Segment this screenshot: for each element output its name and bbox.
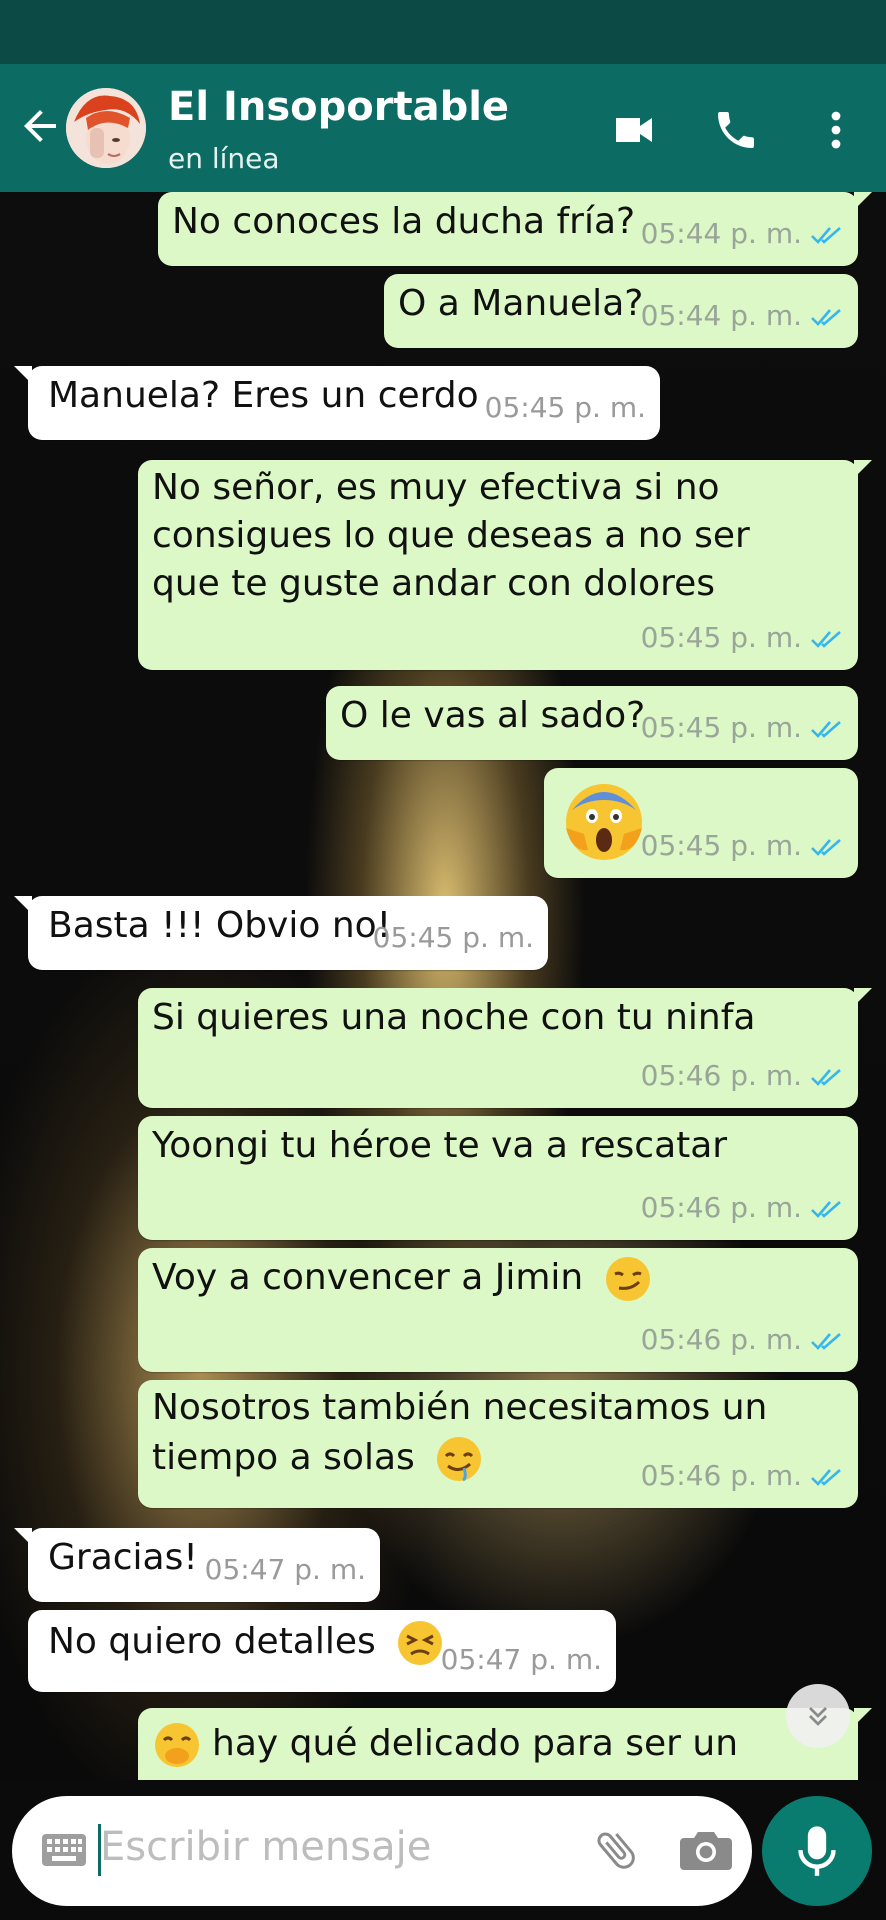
message-text: Voy a convencer a Jimin: [152, 1257, 584, 1298]
message-time: 05:44 p. m.: [640, 299, 802, 332]
message-composer: Escribir mensaje: [12, 1796, 752, 1906]
scream-emoji-icon: [566, 784, 642, 860]
drooling-emoji-icon: [437, 1437, 482, 1482]
read-ticks-icon: [811, 1069, 841, 1086]
message-text: Gracias!: [48, 1537, 198, 1578]
message-text-line: que te guste andar con dolores: [152, 563, 716, 604]
message-text-line: Nosotros también necesitamos un: [152, 1387, 768, 1428]
read-ticks-icon: [811, 1469, 841, 1486]
message-bubble-outgoing[interactable]: Nosotros también necesitamos un tiempo a…: [138, 1380, 858, 1508]
status-bar: [0, 0, 886, 64]
avatar[interactable]: [66, 88, 146, 168]
message-time: 05:46 p. m.: [640, 1323, 802, 1356]
message-bubble-incoming[interactable]: Basta !!! Obvio no! 05:45 p. m.: [14, 896, 548, 970]
voice-message-button[interactable]: [762, 1796, 872, 1906]
message-bubble-outgoing[interactable]: O a Manuela? 05:44 p. m.: [384, 274, 858, 348]
microphone-icon: [798, 1826, 836, 1876]
message-text-line: tiempo a solas: [152, 1437, 415, 1478]
message-time: 05:44 p. m.: [640, 217, 802, 250]
contact-name[interactable]: El Insoportable: [168, 84, 509, 130]
message-bubble-incoming[interactable]: Gracias! 05:47 p. m.: [14, 1528, 380, 1602]
message-time: 05:47 p. m.: [204, 1553, 366, 1586]
read-ticks-icon: [811, 721, 841, 738]
message-text: Basta !!! Obvio no!: [48, 905, 392, 946]
message-time: 05:46 p. m.: [640, 1459, 802, 1492]
read-ticks-icon: [811, 309, 841, 326]
phone-icon[interactable]: [712, 106, 760, 154]
message-time: 05:46 p. m.: [640, 1059, 802, 1092]
message-bubble-outgoing[interactable]: No conoces la ducha fría? 05:44 p. m.: [158, 192, 872, 266]
message-text: O le vas al sado?: [340, 695, 646, 736]
message-bubble-outgoing[interactable]: O le vas al sado? 05:45 p. m.: [326, 686, 858, 760]
message-bubble-outgoing[interactable]: Voy a convencer a Jimin 05:46 p. m.: [138, 1248, 858, 1372]
camera-icon[interactable]: [680, 1828, 732, 1872]
read-ticks-icon: [811, 227, 841, 244]
back-arrow-icon[interactable]: [16, 102, 64, 150]
message-time: 05:45 p. m.: [640, 829, 802, 862]
message-bubble-outgoing[interactable]: No señor, es muy efectiva si no consigue…: [138, 460, 872, 670]
more-vert-icon[interactable]: [812, 106, 860, 154]
message-bubble-incoming[interactable]: Manuela? Eres un cerdo 05:45 p. m.: [14, 366, 660, 440]
message-bubble-outgoing[interactable]: Si quieres una noche con tu ninfa 05:46 …: [138, 988, 872, 1108]
contact-status: en línea: [168, 142, 280, 175]
message-text: No quiero detalles: [48, 1621, 376, 1662]
message-text-line: consigues lo que deseas a no ser: [152, 515, 750, 556]
hand-over-mouth-emoji-icon: [155, 1723, 199, 1767]
message-text: hay qué delicado para ser un: [212, 1723, 739, 1764]
double-chevron-down-icon: [809, 1707, 827, 1726]
message-time: 05:47 p. m.: [440, 1643, 602, 1676]
attach-icon[interactable]: [592, 1826, 640, 1874]
persevering-emoji-icon: [398, 1621, 443, 1665]
message-text: No conoces la ducha fría?: [172, 201, 636, 242]
message-time: 05:45 p. m.: [640, 621, 802, 654]
smirk-emoji-icon: [605, 1257, 650, 1301]
read-ticks-icon: [811, 1333, 841, 1350]
message-bubble-outgoing[interactable]: Yoongi tu héroe te va a rescatar 05:46 p…: [138, 1116, 858, 1240]
message-time: 05:45 p. m.: [640, 711, 802, 744]
message-bubble-incoming[interactable]: No quiero detalles 05:47 p. m.: [28, 1610, 616, 1692]
message-input[interactable]: Escribir mensaje: [100, 1824, 431, 1870]
message-text: Si quieres una noche con tu ninfa: [152, 997, 756, 1038]
message-time: 05:46 p. m.: [640, 1191, 802, 1224]
message-time: 05:45 p. m.: [484, 391, 646, 424]
message-bubble-outgoing[interactable]: hay qué delicado para ser un: [138, 1708, 872, 1780]
message-text: O a Manuela?: [398, 283, 644, 324]
scroll-to-bottom-button[interactable]: [786, 1684, 850, 1748]
message-text-line: No señor, es muy efectiva si no: [152, 467, 720, 508]
message-bubble-outgoing[interactable]: 05:45 p. m.: [544, 768, 858, 878]
read-ticks-icon: [811, 1201, 841, 1218]
chat-header: El Insoportable en línea: [0, 64, 886, 192]
keyboard-icon[interactable]: [40, 1830, 88, 1870]
message-time: 05:45 p. m.: [372, 921, 534, 954]
chat-area: No conoces la ducha fría? 05:44 p. m. O …: [0, 192, 886, 1780]
message-text: Yoongi tu héroe te va a rescatar: [152, 1125, 728, 1166]
read-ticks-icon: [811, 839, 841, 856]
video-call-icon[interactable]: [610, 106, 658, 154]
message-text: Manuela? Eres un cerdo: [48, 375, 479, 416]
read-ticks-icon: [811, 631, 841, 648]
